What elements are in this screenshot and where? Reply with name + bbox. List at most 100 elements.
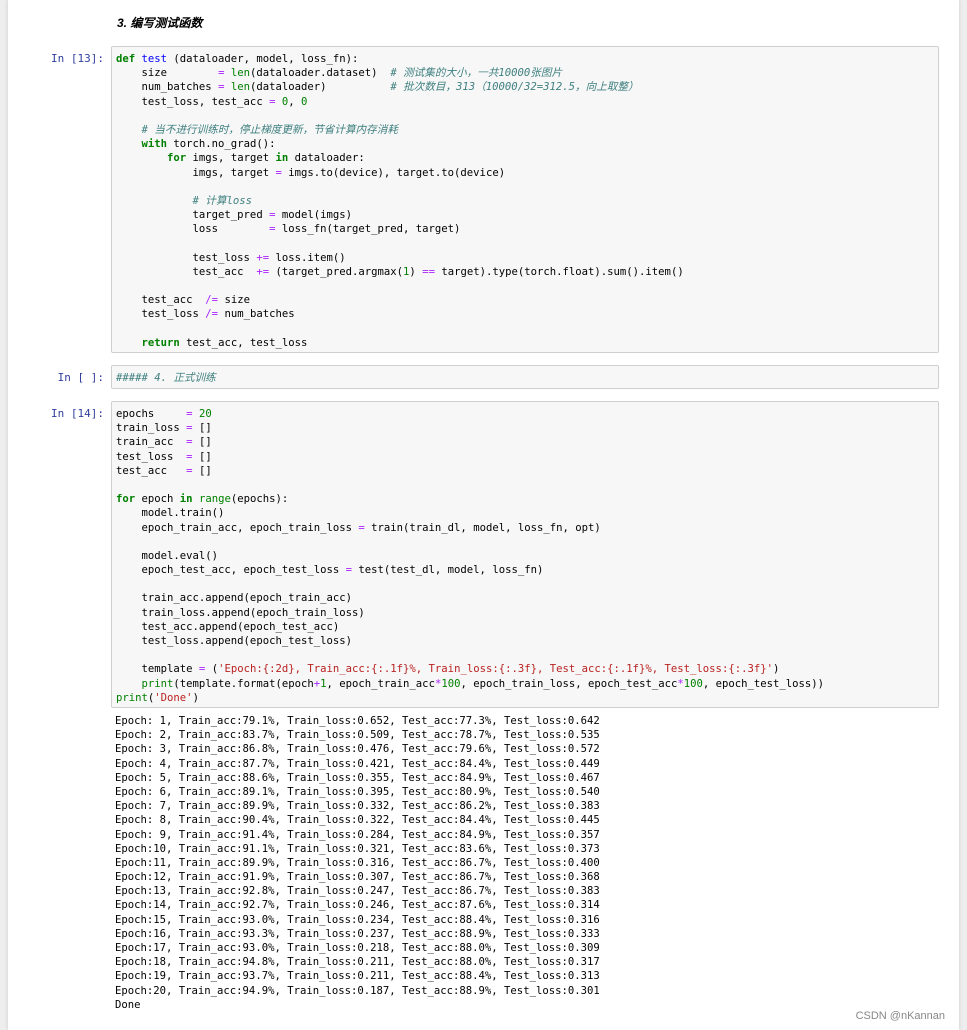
output-line: Epoch:16, Train_acc:93.3%, Train_loss:0.… [115,927,600,940]
code-line: test_acc.append(epoch_test_acc) [116,620,934,634]
output-line: Epoch: 8, Train_acc:90.4%, Train_loss:0.… [115,814,600,827]
cell-output: Epoch: 1, Train_acc:79.1%, Train_loss:0.… [115,714,935,1012]
code-token: , [288,95,302,108]
code-token: # 批次数目，313（10000/32=312.5，向上取整） [390,81,639,94]
code-cell-heading-comment[interactable]: ##### 4. 正式训练 [111,365,939,389]
code-line: # 当不进行训练时，停止梯度更新，节省计算内存消耗 [116,123,934,137]
code-token: template [116,663,199,676]
code-line: model.train() [116,506,934,520]
output-line: Epoch:17, Train_acc:93.0%, Train_loss:0.… [115,942,600,954]
code-line: test_acc /= size [116,293,934,307]
code-cell-test-function[interactable]: def test (dataloader, model, loss_fn): s… [111,46,939,353]
output-line: Epoch: 5, Train_acc:88.6%, Train_loss:0.… [115,771,600,784]
code-token: 0 [301,95,308,108]
output-line: Epoch:10, Train_acc:91.1%, Train_loss:0.… [115,842,600,855]
code-token: /= [205,294,219,307]
code-token: num_batches [116,81,219,94]
code-token: train_loss [116,422,187,435]
code-token: test_loss [116,308,206,321]
code-token: epoch_train_acc, epoch_train_loss [116,521,359,534]
code-token: 'Done' [154,691,193,704]
code-line: epoch_train_acc, epoch_train_loss = trai… [116,521,934,535]
code-line: train_acc = [] [116,435,934,449]
notebook-page: 3. 编写测试函数 In [13]: def test (dataloader,… [8,0,959,1030]
code-token: in [275,152,289,165]
code-token: range [198,493,231,506]
output-line: Epoch: 2, Train_acc:83.7%, Train_loss:0.… [115,729,600,742]
cell-prompt-empty: In [ ]: [57,371,104,384]
code-token: print [116,691,148,704]
output-line: Epoch:18, Train_acc:94.8%, Train_loss:0.… [115,956,600,969]
output-line: Epoch:13, Train_acc:92.8%, Train_loss:0.… [115,885,600,898]
code-token: dataloader: [288,152,365,165]
code-token: num_batches [218,308,295,321]
code-line: target_pred = model(imgs) [116,208,934,222]
code-token: (target_pred.argmax( [269,265,404,278]
code-token: size [218,294,250,307]
code-editor[interactable]: epochs = 20 train_loss = [] train_acc = []… [112,402,938,710]
code-token: imgs, target [186,152,276,165]
output-line: Epoch: 7, Train_acc:89.9%, Train_loss:0.… [115,800,600,813]
code-token: test [141,53,168,65]
code-token: 100 [683,677,703,690]
cell-prompt-14: In [14]: [51,407,104,420]
code-token: (dataloader) [249,81,391,94]
code-line: ##### 4. 正式训练 [116,371,934,385]
code-token: loss.item() [269,251,346,264]
code-token: [] [192,464,212,477]
code-token: (epochs): [230,493,289,506]
code-token: test_acc [116,464,187,477]
code-token: train(train_dl, model, loss_fn, opt) [364,521,601,534]
output-line: Epoch: 1, Train_acc:79.1%, Train_loss:0.… [115,715,600,727]
code-line: with torch.no_grad(): [116,137,934,151]
code-token: , epoch_train_acc [326,677,435,690]
code-token: ( [205,663,219,676]
code-editor[interactable]: ##### 4. 正式训练 [112,366,938,390]
output-line: Epoch:15, Train_acc:93.0%, Train_loss:0.… [115,913,600,926]
code-cell-training-loop[interactable]: epochs = 20 train_loss = [] train_acc = []… [111,401,939,708]
code-line: test_acc = [] [116,464,934,478]
code-token: /= [205,308,219,321]
code-token: [] [192,436,212,449]
code-token: , epoch_test_loss)) [702,677,825,690]
code-line: test_loss.append(epoch_test_loss) [116,634,934,648]
code-token: in [179,493,193,506]
code-line: model.eval() [116,549,934,563]
code-token: len [230,81,250,94]
code-line: imgs, target = imgs.to(device), target.t… [116,166,934,180]
code-token: ) [192,691,199,704]
code-token: # 当不进行训练时，停止梯度更新，节省计算内存消耗 [141,123,398,136]
code-line: train_acc.append(epoch_train_acc) [116,591,934,605]
output-line: Epoch: 4, Train_acc:87.7%, Train_loss:0.… [115,757,600,770]
code-token: 20 [198,408,212,420]
code-token: (template.format(epoch [173,677,314,690]
watermark: CSDN @nKannan [855,1010,945,1022]
code-line: size = len(dataloader.dataset) # 测试集的大小，… [116,66,934,80]
code-token: 100 [441,677,461,690]
code-token: test_loss.append(epoch_test_loss) [116,635,353,647]
code-token: test_acc [116,265,257,278]
output-line: Epoch: 3, Train_acc:86.8%, Train_loss:0.… [115,743,600,756]
code-editor[interactable]: def test (dataloader, model, loss_fn): s… [112,47,938,355]
code-token: epoch_test_acc, epoch_test_loss [116,564,346,577]
code-token: test(test_dl, model, loss_fn) [352,564,544,577]
code-token: size [116,67,219,80]
code-token: == [422,265,435,278]
code-line: template = ('Epoch:{:2d}, Train_acc:{:.1… [116,662,934,676]
code-token: model.train() [116,507,225,520]
code-token: test_loss [116,251,257,264]
code-token: += [256,251,270,264]
code-token: test_acc, test_loss [179,336,308,349]
code-line: test_loss += loss.item() [116,251,934,265]
output-line: Epoch:20, Train_acc:94.9%, Train_loss:0.… [115,984,600,997]
code-line: train_loss.append(epoch_train_loss) [116,606,934,620]
code-token: test_acc.append(epoch_test_acc) [116,620,340,633]
code-token: [] [192,450,212,463]
code-line: test_loss /= num_batches [116,307,934,321]
